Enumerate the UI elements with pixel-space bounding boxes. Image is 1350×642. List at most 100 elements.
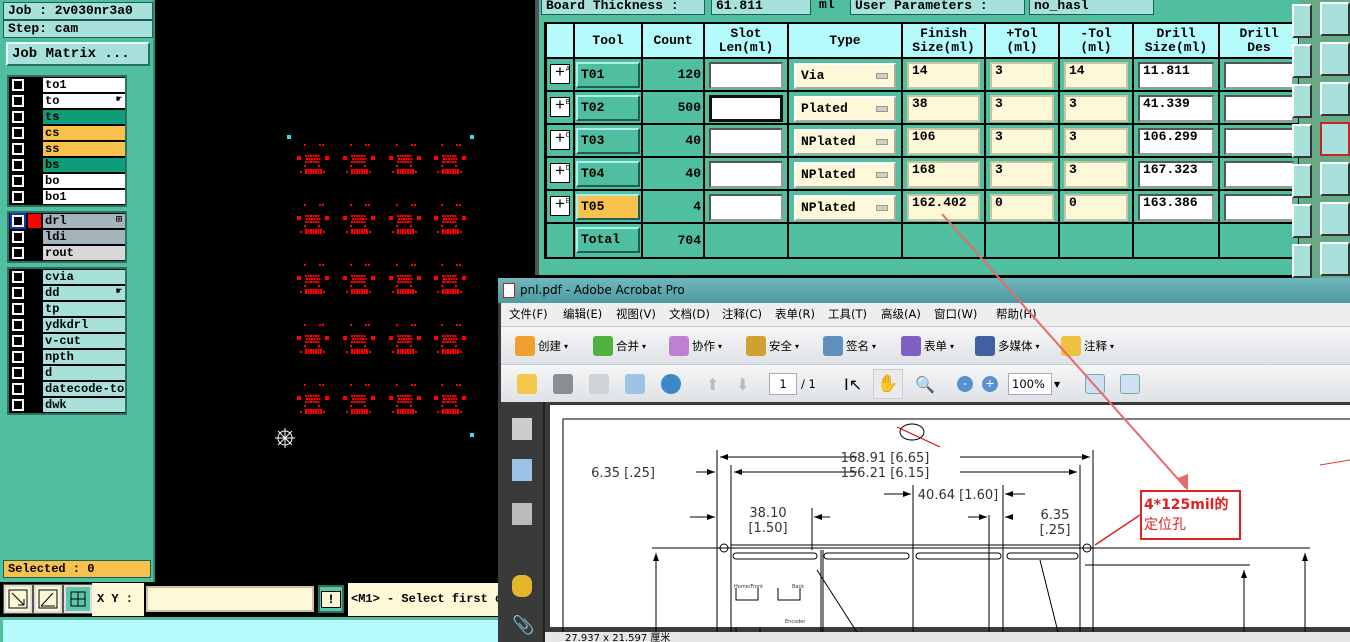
finish-input[interactable]: 106 (907, 128, 980, 155)
layer-row-ldi[interactable]: ldi (9, 229, 125, 245)
layer-name[interactable]: tp (43, 302, 125, 317)
ntol-input[interactable]: 0 (1064, 194, 1128, 221)
layer-checkbox[interactable] (12, 383, 24, 395)
layer-row-d[interactable]: d (9, 365, 125, 381)
slot-tool-icon-button[interactable] (1320, 42, 1350, 76)
layer-checkbox[interactable] (12, 351, 24, 363)
xy-input[interactable] (146, 586, 314, 612)
layer-checkbox[interactable] (12, 191, 24, 203)
previous-page-button[interactable]: ⬆ (706, 373, 719, 395)
grid-tool-icon-button[interactable] (1320, 2, 1350, 36)
layer-checkbox[interactable] (12, 399, 24, 411)
combine-menu-button[interactable]: 合并 ▾ (593, 335, 646, 357)
layer-name[interactable]: d (43, 366, 125, 381)
expand-row-button[interactable]: + D (550, 163, 570, 183)
layer-row-dd[interactable]: dd ☛ (9, 285, 125, 301)
zoom-dropdown-arrow[interactable]: ▼ (1054, 373, 1060, 395)
layer-name[interactable]: dd ☛ (43, 286, 125, 301)
layer-checkbox[interactable] (12, 287, 24, 299)
slot-len-input[interactable] (709, 128, 783, 155)
layer-name[interactable]: rout (43, 246, 125, 261)
tool-button-T05[interactable]: T05 (576, 194, 640, 220)
layer-row-bs[interactable]: bs (9, 157, 125, 173)
layer-tool-button[interactable] (1292, 244, 1312, 278)
des-input[interactable] (1224, 194, 1294, 221)
total-button[interactable]: Total (576, 227, 640, 253)
type-select[interactable]: NPlated (794, 162, 896, 188)
page-number-input[interactable]: 1 (769, 373, 797, 395)
zoom-fit-button[interactable] (3, 584, 33, 614)
layer-checkbox[interactable] (12, 247, 24, 259)
bookmarks-icon[interactable] (512, 459, 532, 481)
marquee-zoom-button[interactable]: 🔍 (915, 373, 935, 395)
layer-name[interactable]: ss (43, 142, 125, 157)
slot-len-input[interactable] (709, 161, 783, 188)
layer-checkbox[interactable] (12, 79, 24, 91)
grid-tool-button[interactable] (1292, 4, 1312, 38)
drill-input[interactable]: 11.811 (1138, 62, 1214, 89)
drill-input[interactable]: 106.299 (1138, 128, 1214, 155)
layer-name[interactable]: ydkdrl (43, 318, 125, 333)
netlist-tool-button[interactable] (1292, 124, 1312, 158)
layer-checkbox[interactable] (12, 319, 24, 331)
tool-button-T04[interactable]: T04 (576, 161, 640, 187)
layer-row-ts[interactable]: ts (9, 109, 125, 125)
ntol-input[interactable]: 3 (1064, 95, 1128, 122)
zoom-level-select[interactable]: 100% (1008, 373, 1052, 395)
layer-name[interactable]: cvia (43, 270, 125, 285)
measure-button[interactable] (33, 584, 63, 614)
expand-row-button[interactable]: + B (550, 97, 570, 117)
finish-input[interactable]: 14 (907, 62, 980, 89)
layer-name[interactable]: drl ⊞ (43, 214, 125, 229)
user-parameters-input[interactable]: no_hasl (1029, 0, 1154, 15)
menu-item[interactable]: 文档(D) (669, 303, 710, 326)
tool-button-T02[interactable]: T02 (576, 95, 640, 121)
next-page-button[interactable]: ⬇ (736, 373, 749, 395)
layer-checkbox[interactable] (12, 175, 24, 187)
drill-input[interactable]: 163.386 (1138, 194, 1214, 221)
layer-checkbox[interactable] (12, 95, 24, 107)
collaborate-menu-button[interactable]: 协作 ▾ (669, 335, 722, 357)
tool-button-T01[interactable]: T01 (576, 62, 640, 88)
signatures-icon[interactable] (512, 503, 532, 525)
slot-len-input[interactable] (709, 95, 783, 122)
save-button[interactable] (589, 373, 612, 395)
layer-name[interactable]: bo (43, 174, 125, 189)
finish-input[interactable]: 38 (907, 95, 980, 122)
layer-row-to[interactable]: to ☛ (9, 93, 125, 109)
layer-row-bo1[interactable]: bo1 (9, 189, 125, 205)
layer-checkbox[interactable] (12, 127, 24, 139)
lock-menu-button[interactable]: 安全 ▾ (746, 335, 799, 357)
layer-name[interactable]: ldi (43, 230, 125, 245)
layer-checkbox[interactable] (10, 213, 26, 229)
type-select[interactable]: NPlated (794, 195, 896, 221)
ntol-input[interactable]: 3 (1064, 128, 1128, 155)
menu-item[interactable]: 编辑(E) (563, 303, 602, 326)
layer-name[interactable]: datecode-to (43, 382, 125, 397)
pages-icon[interactable] (512, 418, 532, 440)
graphic-canvas[interactable] (157, 0, 535, 582)
ntol-input[interactable]: 3 (1064, 161, 1128, 188)
layer-name[interactable]: ts (43, 110, 125, 125)
fit-width-button[interactable] (1085, 373, 1108, 395)
menu-item[interactable]: 注释(C) (722, 303, 762, 326)
menu-item[interactable]: 视图(V) (616, 303, 656, 326)
zoom-in-button[interactable]: + (982, 373, 1001, 395)
expand-row-button[interactable]: + E (550, 196, 570, 216)
layer-name[interactable]: bs (43, 158, 125, 173)
layer-checkbox[interactable] (12, 159, 24, 171)
menu-item[interactable]: 工具(T) (828, 303, 867, 326)
layer-row-ss[interactable]: ss (9, 141, 125, 157)
layer-checkbox[interactable] (12, 231, 24, 243)
type-select[interactable]: NPlated (794, 129, 896, 155)
slot-tool-button[interactable] (1292, 44, 1312, 78)
type-select[interactable]: Plated (794, 96, 896, 122)
comment-menu-button[interactable]: 注释 ▾ (1061, 335, 1114, 357)
drill-input[interactable]: 167.323 (1138, 161, 1214, 188)
board-thickness-input[interactable]: 61.811 (711, 0, 811, 15)
des-input[interactable] (1224, 95, 1294, 122)
type-select[interactable]: Via (794, 63, 896, 89)
multimedia-menu-button[interactable]: 多媒体 ▾ (975, 335, 1040, 357)
layer-checkbox[interactable] (12, 271, 24, 283)
open-button[interactable] (517, 373, 540, 395)
